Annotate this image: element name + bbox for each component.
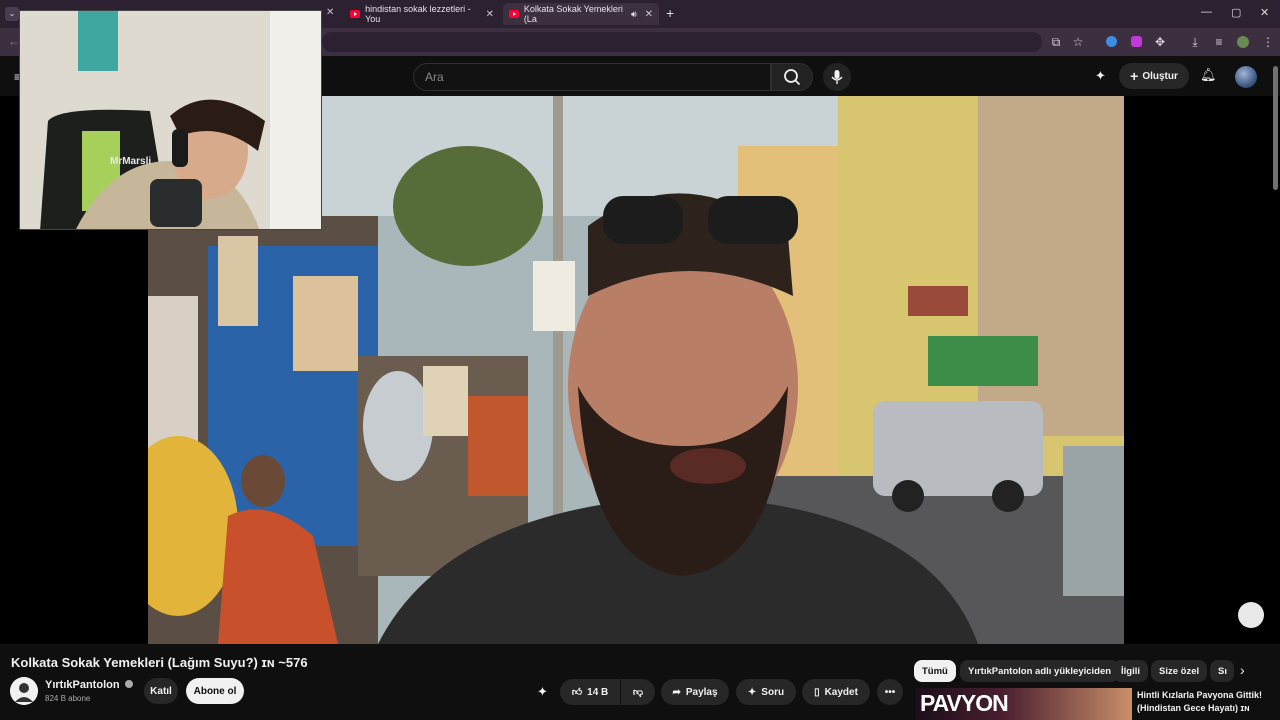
address-bar[interactable]	[322, 32, 1042, 52]
subscribe-button[interactable]: Abone ol	[186, 678, 244, 704]
youtube-icon	[509, 10, 519, 18]
webcam-frame-illustration	[20, 11, 321, 229]
dislike-button[interactable]: 👎︎	[621, 679, 655, 705]
sparkle-icon: ✦	[747, 686, 757, 698]
chair-brand-label: MrMarsli	[110, 156, 152, 167]
notifications-bell-icon[interactable]: 🔔︎	[1200, 67, 1217, 83]
thumbnail-text: PAVYON	[920, 690, 1009, 716]
download-icon[interactable]: ⤓	[1187, 34, 1203, 50]
channel-name-text: YırtıkPantolon	[45, 679, 120, 691]
maximize-icon[interactable]: ▢	[1231, 6, 1241, 19]
chip-label: İlgili	[1121, 665, 1140, 677]
search-icon	[784, 69, 801, 86]
tab-label: Kolkata Sokak Yemekleri (La	[523, 4, 623, 24]
tab-search-icon[interactable]: ⌄	[5, 7, 19, 21]
create-button[interactable]: + Oluştur	[1119, 63, 1189, 89]
sparkle-icon[interactable]: ✦	[1095, 68, 1106, 84]
miniplayer-floating-icon[interactable]	[1238, 602, 1264, 628]
new-tab-button[interactable]: +	[666, 5, 674, 21]
search-button[interactable]	[771, 63, 813, 91]
bookmark-star-icon[interactable]: ☆	[1070, 34, 1086, 50]
thumbs-down-icon: 👎︎	[632, 687, 644, 698]
tab-hindistan-sokak-lezzetleri[interactable]: hindistan sokak lezzetleri - You ✕	[344, 3, 500, 25]
chip-from-uploader[interactable]: YırtıkPantolon adlı yükleyiciden	[960, 660, 1120, 682]
search-input[interactable]: Ara	[413, 63, 771, 91]
channel-name[interactable]: YırtıkPantolon	[45, 679, 133, 691]
bookmark-icon: ▯	[814, 686, 820, 698]
share-button[interactable]: ➦ Paylaş	[661, 679, 729, 705]
verified-check-icon	[124, 680, 133, 688]
channel-avatar[interactable]	[10, 677, 38, 705]
save-label: Kaydet	[824, 686, 858, 698]
cast-icon[interactable]: ⧉	[1048, 34, 1064, 50]
extensions-puzzle-icon[interactable]: ✥	[1152, 34, 1168, 50]
subscriber-count: 824 B abone	[45, 694, 91, 703]
tab-label: hindistan sokak lezzetleri - You	[365, 4, 471, 24]
chip-related[interactable]: İlgili	[1113, 660, 1148, 682]
close-icon[interactable]: ✕	[326, 7, 334, 18]
ask-label: Soru	[761, 686, 785, 698]
chip-all[interactable]: Tümü	[914, 660, 956, 682]
tab-kolkata-sokak-yemekleri[interactable]: Kolkata Sokak Yemekleri (La 🔊︎ ✕	[503, 3, 659, 25]
join-button[interactable]: Katıl	[144, 678, 178, 704]
page-scrollbar[interactable]	[1273, 66, 1278, 190]
more-vert-icon[interactable]: ⋮	[1260, 34, 1276, 50]
create-label: Oluştur	[1142, 70, 1178, 82]
recommendation-title[interactable]: Hintli Kızlarla Pavyona Gittik! (Hindist…	[1137, 689, 1277, 715]
microphone-icon	[831, 70, 843, 84]
more-actions-button[interactable]: •••	[877, 679, 903, 705]
speaker-icon[interactable]: 🔊︎	[631, 9, 637, 20]
chip-partial[interactable]: Sı	[1210, 660, 1234, 682]
chevron-right-icon[interactable]: ›	[1240, 662, 1245, 678]
close-window-icon[interactable]: ✕	[1260, 6, 1269, 19]
plus-icon: +	[1130, 68, 1139, 84]
chip-for-you[interactable]: Size özel	[1151, 660, 1208, 682]
media-control-icon[interactable]: ≡	[1211, 34, 1227, 50]
ask-button[interactable]: ✦ Soru	[736, 679, 796, 705]
voice-search-button[interactable]	[823, 63, 851, 91]
more-horiz-icon: •••	[884, 686, 896, 698]
subscribe-label: Abone ol	[193, 685, 237, 697]
close-icon[interactable]: ✕	[645, 9, 653, 20]
chip-label: Sı	[1218, 665, 1227, 677]
like-count: 14 B	[587, 686, 609, 698]
share-arrow-icon: ➦	[672, 686, 681, 698]
save-button[interactable]: ▯ Kaydet	[802, 679, 870, 705]
close-icon[interactable]: ✕	[486, 9, 494, 20]
minimize-icon[interactable]: —	[1201, 6, 1212, 18]
chip-label: YırtıkPantolon adlı yükleyiciden	[968, 665, 1112, 677]
thumbs-up-icon: 👍︎	[571, 687, 583, 698]
share-label: Paylaş	[685, 686, 718, 698]
video-title: Kolkata Sokak Yemekleri (Lağım Suyu?) ɪɴ…	[11, 655, 308, 670]
chip-label: Size özel	[1159, 665, 1200, 677]
ai-sparkle-icon[interactable]: ✦	[537, 684, 548, 700]
webcam-overlay: MrMarsli	[19, 10, 322, 230]
extension-blue-icon[interactable]	[1103, 34, 1119, 50]
extension-pink-icon[interactable]	[1128, 34, 1144, 50]
chip-label: Tümü	[922, 665, 948, 677]
account-avatar[interactable]	[1235, 66, 1257, 88]
youtube-icon	[350, 10, 361, 18]
profile-icon[interactable]	[1235, 34, 1251, 50]
recommendation-thumbnail[interactable]: PAVYON	[915, 688, 1132, 720]
join-label: Katıl	[150, 685, 172, 697]
like-button[interactable]: 👍︎ 14 B	[560, 679, 620, 705]
